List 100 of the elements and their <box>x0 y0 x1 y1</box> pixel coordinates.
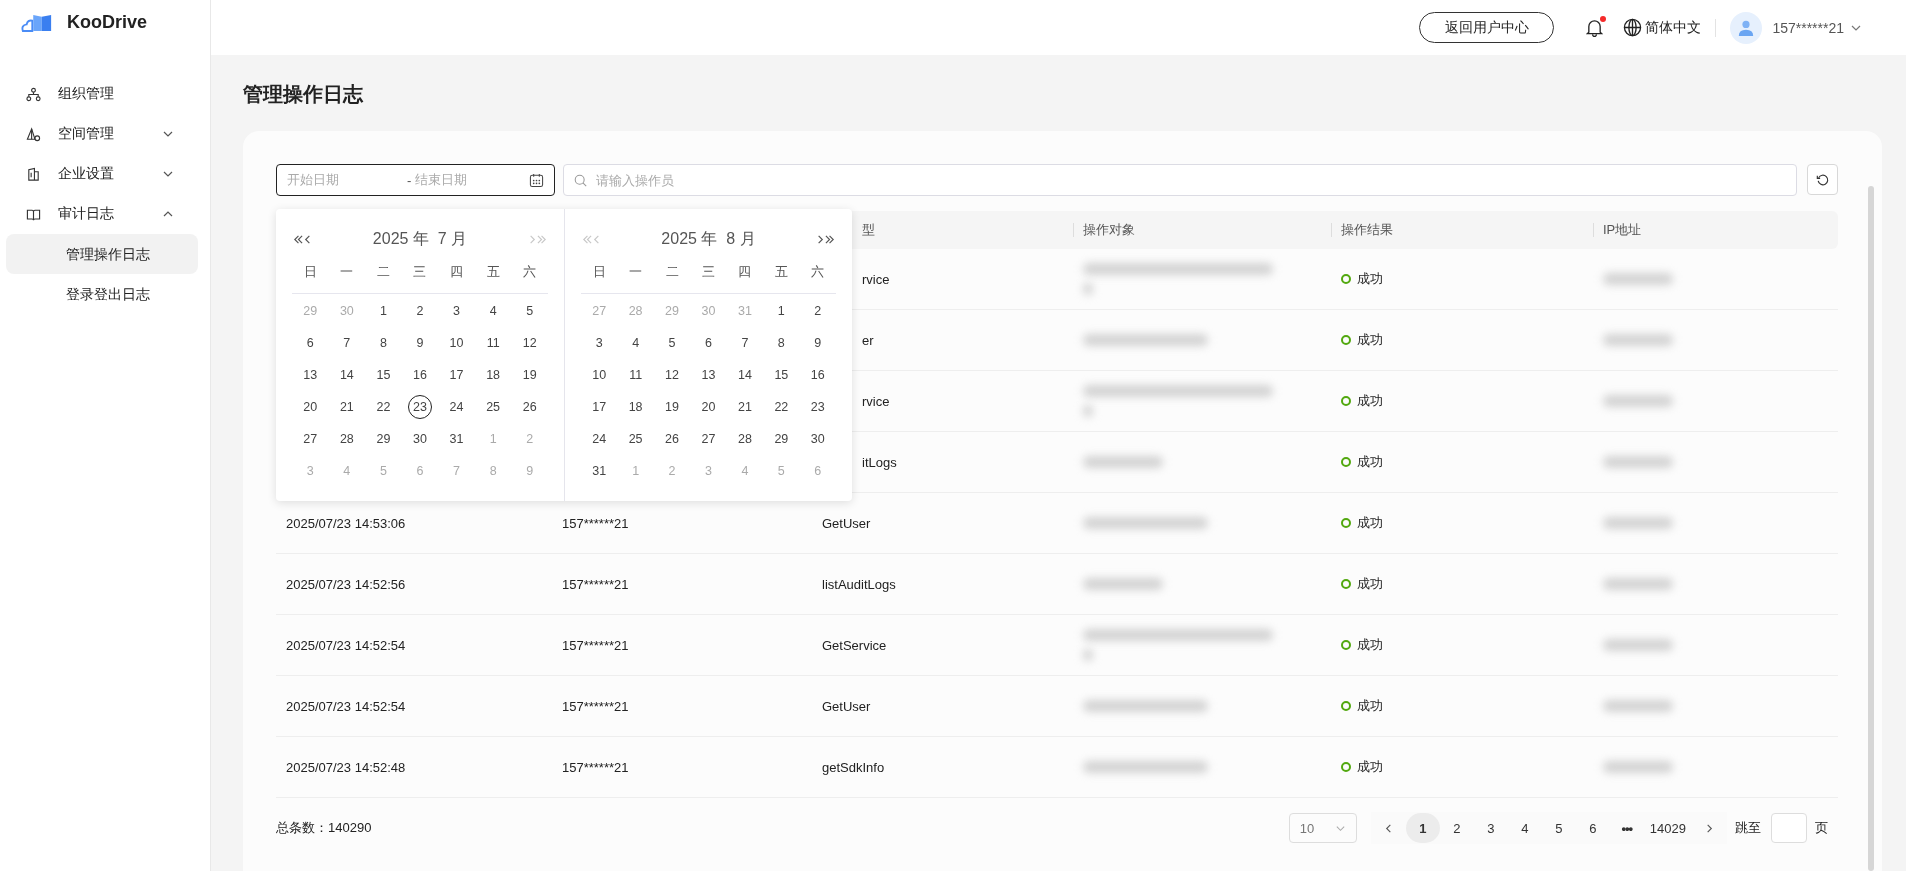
calendar-day[interactable]: 20 <box>298 395 323 419</box>
calendar-day[interactable]: 15 <box>769 363 794 387</box>
menu-item[interactable]: 组织管理 <box>0 74 210 114</box>
calendar-day[interactable]: 13 <box>298 363 323 387</box>
calendar-day[interactable]: 25 <box>623 427 648 451</box>
page-button[interactable]: 14029 <box>1643 813 1692 843</box>
menu-item[interactable]: 空间管理 <box>0 114 210 154</box>
calendar-day[interactable]: 19 <box>517 363 542 387</box>
calendar-day[interactable]: 22 <box>769 395 794 419</box>
page-button[interactable]: 5 <box>1541 813 1576 843</box>
next-month-icon[interactable] <box>815 233 835 245</box>
menu-item[interactable]: 企业设置 <box>0 154 210 194</box>
calendar-day[interactable]: 8 <box>371 331 396 355</box>
calendar-day[interactable]: 22 <box>371 395 396 419</box>
page-button[interactable]: 1 <box>1405 813 1440 843</box>
next-page-icon[interactable] <box>1704 822 1715 834</box>
calendar-day[interactable]: 28 <box>334 427 359 451</box>
calendar-day[interactable]: 10 <box>444 331 469 355</box>
calendar-day[interactable]: 30 <box>805 427 830 451</box>
date-range-field[interactable]: 开始日期 - 结束日期 <box>276 164 555 196</box>
calendar-day[interactable]: 16 <box>805 363 830 387</box>
submenu-item[interactable]: 管理操作日志 <box>6 234 198 274</box>
calendar-day[interactable]: 24 <box>587 427 612 451</box>
page-button[interactable]: 4 <box>1507 813 1542 843</box>
calendar-day[interactable]: 6 <box>298 331 323 355</box>
bell-icon[interactable] <box>1586 18 1604 37</box>
calendar-day[interactable]: 4 <box>481 299 506 323</box>
calendar-day[interactable]: 1 <box>371 299 396 323</box>
calendar-day[interactable]: 25 <box>481 395 506 419</box>
calendar-day[interactable]: 21 <box>334 395 359 419</box>
globe-icon[interactable] <box>1623 18 1643 37</box>
avatar[interactable] <box>1730 11 1763 44</box>
calendar-day[interactable]: 17 <box>444 363 469 387</box>
weekday-label: 五 <box>773 263 789 281</box>
brand-name: KooDrive <box>67 11 147 33</box>
status-dot-icon <box>1341 518 1351 528</box>
menu-item[interactable]: 审计日志 <box>0 194 210 234</box>
calendar-day[interactable]: 29 <box>371 427 396 451</box>
calendar-day[interactable]: 26 <box>660 427 685 451</box>
calendar-day[interactable]: 9 <box>805 331 830 355</box>
status-text: 成功 <box>1357 697 1383 715</box>
calendar-day[interactable]: 20 <box>696 395 721 419</box>
page-button[interactable]: 2 <box>1439 813 1474 843</box>
calendar-day[interactable]: 10 <box>587 363 612 387</box>
weekday-label: 二 <box>375 263 391 281</box>
weekday-label: 二 <box>664 263 680 281</box>
calendar-day[interactable]: 7 <box>732 331 757 355</box>
calendar-day[interactable]: 27 <box>298 427 323 451</box>
calendar-day[interactable]: 30 <box>408 427 432 451</box>
page-suffix: 页 <box>1815 819 1828 837</box>
calendar-day[interactable]: 23 <box>805 395 830 419</box>
back-button[interactable]: 返回用户中心 <box>1419 12 1555 43</box>
calendar-day[interactable]: 15 <box>371 363 396 387</box>
table-cell: 2025/07/23 14:52:48 <box>286 759 406 775</box>
calendar-day[interactable]: 5 <box>660 331 685 355</box>
calendar-day[interactable]: 11 <box>481 331 506 355</box>
page-button[interactable]: 6 <box>1575 813 1610 843</box>
calendar-day[interactable]: 18 <box>481 363 506 387</box>
calendar-day[interactable]: 14 <box>732 363 757 387</box>
calendar-day[interactable]: 12 <box>517 331 542 355</box>
previous-month-icon[interactable] <box>293 233 313 245</box>
calendar-day[interactable]: 3 <box>587 331 612 355</box>
language-selector[interactable]: 简体中文 <box>1645 18 1702 37</box>
calendar-day[interactable]: 4 <box>623 331 648 355</box>
calendar-day[interactable]: 26 <box>517 395 542 419</box>
calendar-day[interactable]: 13 <box>696 363 721 387</box>
table-cell: 2025/07/23 14:52:56 <box>286 576 406 592</box>
calendar-day[interactable]: 3 <box>444 299 469 323</box>
calendar-day[interactable]: 18 <box>623 395 648 419</box>
calendar-day[interactable]: 11 <box>623 363 648 387</box>
page-input[interactable] <box>1771 813 1807 843</box>
user-name[interactable]: 157******21 <box>1772 19 1844 36</box>
calendar-day[interactable]: 14 <box>334 363 359 387</box>
calendar-day[interactable]: 9 <box>408 331 432 355</box>
calendar-day[interactable]: 29 <box>769 427 794 451</box>
scrollbar[interactable] <box>1868 186 1874 871</box>
more-pages-button[interactable]: ••• <box>1609 813 1644 843</box>
calendar-day[interactable]: 12 <box>660 363 685 387</box>
page-button[interactable]: 3 <box>1473 813 1508 843</box>
calendar-day[interactable]: 6 <box>696 331 721 355</box>
calendar-day[interactable]: 7 <box>334 331 359 355</box>
calendar-day[interactable]: 2 <box>805 299 830 323</box>
search-field[interactable]: 请输入操作员 <box>563 164 1797 196</box>
calendar-day[interactable]: 17 <box>587 395 612 419</box>
calendar-day[interactable]: 28 <box>732 427 757 451</box>
calendar-day[interactable]: 2 <box>408 299 432 323</box>
submenu-item[interactable]: 登录登出日志 <box>6 274 198 314</box>
refresh-button[interactable] <box>1807 164 1838 195</box>
calendar-day[interactable]: 24 <box>444 395 469 419</box>
page-size-select[interactable]: 10 <box>1288 813 1357 843</box>
calendar-day[interactable]: 31 <box>587 459 612 483</box>
calendar-day[interactable]: 27 <box>696 427 721 451</box>
calendar-day[interactable]: 19 <box>660 395 685 419</box>
calendar-day[interactable]: 21 <box>732 395 757 419</box>
calendar-day[interactable]: 8 <box>769 331 794 355</box>
calendar-day[interactable]: 16 <box>408 363 432 387</box>
calendar-day[interactable]: 31 <box>444 427 469 451</box>
calendar-day[interactable]: 1 <box>769 299 794 323</box>
calendar-day[interactable]: 5 <box>517 299 542 323</box>
status-text: 成功 <box>1357 392 1383 410</box>
